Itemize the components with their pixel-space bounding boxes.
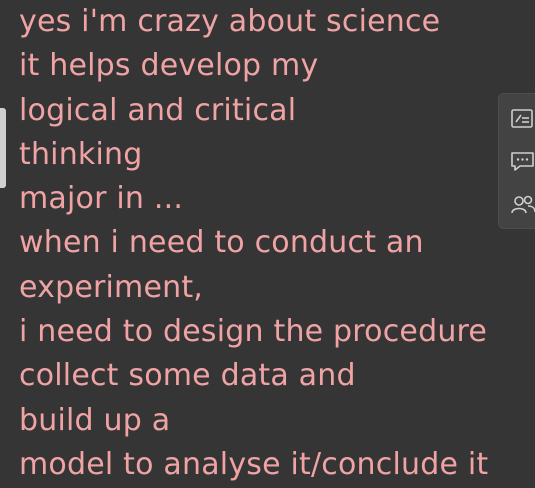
text-line: yes i'm crazy about science [19,4,441,39]
text-line: it helps develop my [19,48,319,84]
side-toolbar [498,93,535,229]
text-line: thinking [19,136,143,172]
scroll-handle[interactable] [0,108,6,188]
note-viewer: yes i'm crazy about science it helps dev… [0,0,535,488]
text-line: major in ... [19,181,184,217]
text-line: logical and critical [19,92,297,128]
text-line: i need to design the procedure [19,314,488,350]
text-line: build up a [19,402,171,438]
text-line: experiment, [19,269,204,305]
text-line: when i need to conduct an [19,225,424,261]
chat-bubble-icon[interactable] [509,149,535,175]
note-edit-icon[interactable] [509,106,535,132]
text-line: model to analyse it/conclude it [19,446,489,482]
note-text: yes i'm crazy about science it helps dev… [19,0,535,487]
text-line: collect some data and [19,358,356,394]
people-icon[interactable] [509,192,535,218]
